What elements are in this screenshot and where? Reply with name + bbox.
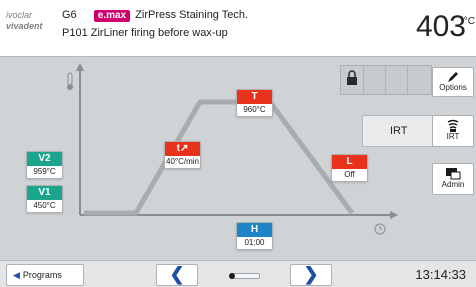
triangle-left-icon: ◀ — [13, 270, 20, 280]
program-code: P101 — [62, 27, 88, 39]
current-temperature: 403 — [415, 10, 466, 43]
thermometer-icon — [67, 72, 73, 90]
irt-button[interactable]: IRT — [432, 115, 474, 147]
x-axis-arrow — [390, 211, 398, 219]
lock-icon — [347, 70, 357, 85]
lock-panel — [340, 65, 432, 95]
irt-label: IRT — [390, 125, 408, 137]
clock-time: 13:14:33 — [415, 267, 466, 282]
long-term-cooling-button[interactable]: L Off — [331, 154, 368, 182]
ivoclar-logo: ivoclar vivadent — [6, 10, 43, 31]
emax-badge: e.max — [93, 10, 131, 22]
previous-page-button[interactable]: ❮ — [156, 264, 198, 286]
program-group: G6 — [62, 9, 77, 21]
footer-bar: ◀ Programs ❮ ❯ 13:14:33 — [0, 260, 476, 287]
page-indicator-dot — [229, 273, 235, 279]
program-name: ZirLiner firing before wax-up — [90, 27, 228, 39]
material-title: ZirPress Staining Tech. — [135, 9, 249, 21]
holding-time-button[interactable]: H 01:00 — [236, 222, 273, 250]
admin-icon — [446, 168, 461, 180]
admin-button[interactable]: Admin — [432, 163, 474, 195]
header-bar: ivoclar vivadent G6 e.max ZirPress Stain… — [0, 0, 476, 57]
temperature-unit: °C — [463, 16, 475, 27]
options-button[interactable]: Options — [432, 67, 474, 97]
irt-icon — [447, 119, 459, 132]
y-axis-arrow — [76, 63, 84, 71]
program-name-row: P101 ZirLiner firing before wax-up — [62, 27, 228, 39]
pencil-icon — [448, 72, 458, 82]
heating-rate-button[interactable]: t↗ 40°C/min — [164, 141, 201, 169]
firing-curve-area: T 960°C t↗ 40°C/min L Off V2 959°C V1 45… — [0, 57, 476, 260]
next-page-button[interactable]: ❯ — [290, 264, 332, 286]
program-title-row: G6 e.max ZirPress Staining Tech. — [62, 9, 248, 22]
programs-button[interactable]: ◀ Programs — [6, 264, 84, 286]
vacuum-v1-button[interactable]: V1 450°C — [26, 185, 63, 213]
holding-temperature-button[interactable]: T 960°C — [236, 89, 273, 117]
page-indicator — [229, 273, 260, 279]
vacuum-v2-button[interactable]: V2 959°C — [26, 151, 63, 179]
firing-curve — [84, 99, 355, 216]
clock-icon — [374, 223, 386, 235]
